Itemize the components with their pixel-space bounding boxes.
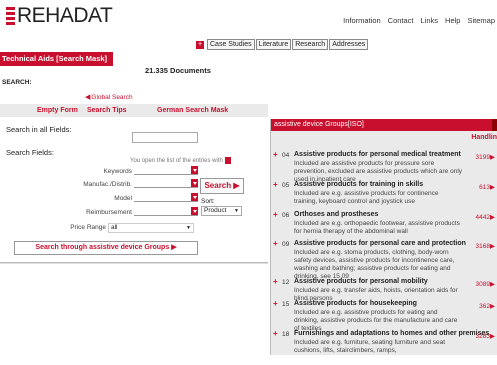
group-title[interactable]: Furnishings and adaptations to homes and…: [294, 330, 489, 337]
expand-plus-icon[interactable]: +: [273, 330, 278, 338]
manufacturer-label: Manufac./Distrib.: [83, 181, 132, 188]
group-count[interactable]: 613▶: [479, 183, 495, 191]
tab-literature[interactable]: Literature: [255, 39, 292, 50]
tab-addresses[interactable]: Addresses: [329, 39, 369, 50]
dropdown-arrow-icon: [224, 157, 231, 164]
list-hint-text: You open the list of the entries with: [130, 157, 223, 164]
nav-contact[interactable]: Contact: [388, 16, 414, 25]
group-count[interactable]: 3168▶: [476, 242, 495, 250]
search-mask-header: Technical Aids [Search Mask]: [0, 52, 113, 66]
chevron-down-icon[interactable]: [191, 207, 198, 215]
group-description: Included are e.g. stoma products, clothi…: [294, 249, 455, 280]
global-search-label: Global Search: [91, 93, 133, 101]
logo-mark-icon: [6, 7, 15, 25]
group-code: 04: [282, 152, 290, 159]
plus-icon[interactable]: +: [196, 40, 204, 49]
search-label: SEARCH:: [2, 79, 32, 86]
expand-plus-icon[interactable]: +: [273, 151, 278, 159]
nav-links[interactable]: Links: [421, 16, 439, 25]
handling-column-header: Handlin: [471, 134, 497, 141]
model-select[interactable]: [134, 193, 198, 202]
price-range-label: Price Range: [70, 224, 106, 231]
group-title[interactable]: Assistive products for housekeeping: [294, 300, 417, 307]
group-count[interactable]: 3283▶: [476, 332, 495, 340]
tab-research[interactable]: Research: [292, 39, 329, 50]
global-search-link[interactable]: ◀ Global Search: [85, 93, 133, 102]
search-fields-label: Search Fields:: [6, 148, 54, 157]
arrow-left-icon: ◀: [85, 94, 91, 101]
group-description: Included are e.g. orthopaedic footwear, …: [294, 220, 460, 235]
arrow-right-icon: ▶: [171, 244, 177, 251]
database-tabs: + Case Studies Literature Research Addre…: [196, 39, 369, 50]
search-button-label: Search: [204, 181, 232, 190]
expand-plus-icon[interactable]: +: [273, 181, 278, 189]
expand-plus-icon[interactable]: +: [273, 211, 278, 219]
top-navigation: Information Contact Links Help Sitemap: [343, 16, 495, 25]
nav-sitemap[interactable]: Sitemap: [467, 16, 495, 25]
group-title[interactable]: Orthoses and prostheses: [294, 211, 378, 218]
group-title[interactable]: Assistive products for training in skill…: [294, 181, 423, 188]
all-fields-label: Search in all Fields:: [6, 125, 72, 134]
tab-case-studies[interactable]: Case Studies: [207, 39, 255, 50]
group-count-value: 3168: [475, 243, 490, 250]
expand-plus-icon[interactable]: +: [273, 240, 278, 248]
group-count-value: 3283: [475, 333, 490, 340]
rehadat-logo[interactable]: REHADAT: [6, 4, 113, 27]
group-title[interactable]: Assistive products for personal care and…: [294, 240, 466, 247]
device-groups-title: assistive device Groups[ISO]: [274, 121, 364, 128]
device-groups-header: assistive device Groups[ISO]: [271, 119, 497, 131]
group-title[interactable]: Assistive products for personal medical …: [294, 151, 461, 158]
group-description: Included are e.g. furniture, seating fur…: [294, 339, 446, 354]
group-count-value: 3199: [475, 154, 490, 161]
search-groups-label: Search through assistive device Groups: [35, 244, 170, 251]
arrow-right-icon: ▶: [233, 181, 240, 190]
links-bar: Empty Form Search Tips German Search Mas…: [0, 104, 268, 117]
group-code: 18: [282, 331, 290, 338]
expand-plus-icon[interactable]: +: [273, 278, 278, 286]
group-count-value: 362: [479, 303, 490, 310]
sort-select[interactable]: Product: [201, 206, 242, 216]
chevron-down-icon[interactable]: [191, 166, 198, 174]
group-code: 06: [282, 212, 290, 219]
group-code: 09: [282, 241, 290, 248]
keywords-select[interactable]: [134, 166, 198, 175]
model-label: Model: [114, 195, 132, 202]
german-search-mask-link[interactable]: German Search Mask: [157, 107, 228, 114]
chevron-down-icon[interactable]: [191, 179, 198, 187]
nav-information[interactable]: Information: [343, 16, 381, 25]
empty-form-link[interactable]: Empty Form: [37, 107, 78, 114]
sort-label: Sort:: [201, 198, 215, 205]
close-icon[interactable]: [492, 119, 497, 131]
list-hint: You open the list of the entries with: [130, 157, 231, 164]
logo-text: REHADAT: [17, 4, 113, 27]
divider: [0, 263, 268, 264]
search-groups-button[interactable]: Search through assistive device Groups ▶: [14, 241, 198, 255]
group-code: 15: [282, 301, 290, 308]
device-groups-panel: assistive device Groups[ISO] Handlin + 0…: [270, 119, 497, 355]
manufacturer-select[interactable]: [134, 179, 198, 188]
search-button[interactable]: Search ▶: [200, 178, 244, 194]
nav-help[interactable]: Help: [445, 16, 460, 25]
group-count-value: 4442: [475, 214, 490, 221]
group-code: 05: [282, 182, 290, 189]
reimbursement-select[interactable]: [134, 207, 198, 216]
document-count: 21.335 Documents: [145, 66, 211, 75]
all-fields-input[interactable]: [132, 132, 198, 143]
group-count-value: 3089: [475, 281, 490, 288]
group-code: 12: [282, 279, 290, 286]
group-count[interactable]: 3089▶: [476, 280, 495, 288]
group-description: Included are e.g. assistive products for…: [294, 190, 439, 205]
group-count[interactable]: 362▶: [479, 302, 495, 310]
chevron-down-icon[interactable]: [191, 193, 198, 201]
price-range-select[interactable]: all: [108, 223, 194, 233]
reimbursement-label: Reimbursement: [86, 209, 132, 216]
expand-plus-icon[interactable]: +: [273, 300, 278, 308]
search-tips-link[interactable]: Search Tips: [87, 107, 127, 114]
group-count[interactable]: 3199▶: [476, 153, 495, 161]
group-title[interactable]: Assistive products for personal mobility: [294, 278, 428, 285]
group-count-value: 613: [479, 184, 490, 191]
group-count[interactable]: 4442▶: [476, 213, 495, 221]
keywords-label: Keywords: [103, 168, 132, 175]
